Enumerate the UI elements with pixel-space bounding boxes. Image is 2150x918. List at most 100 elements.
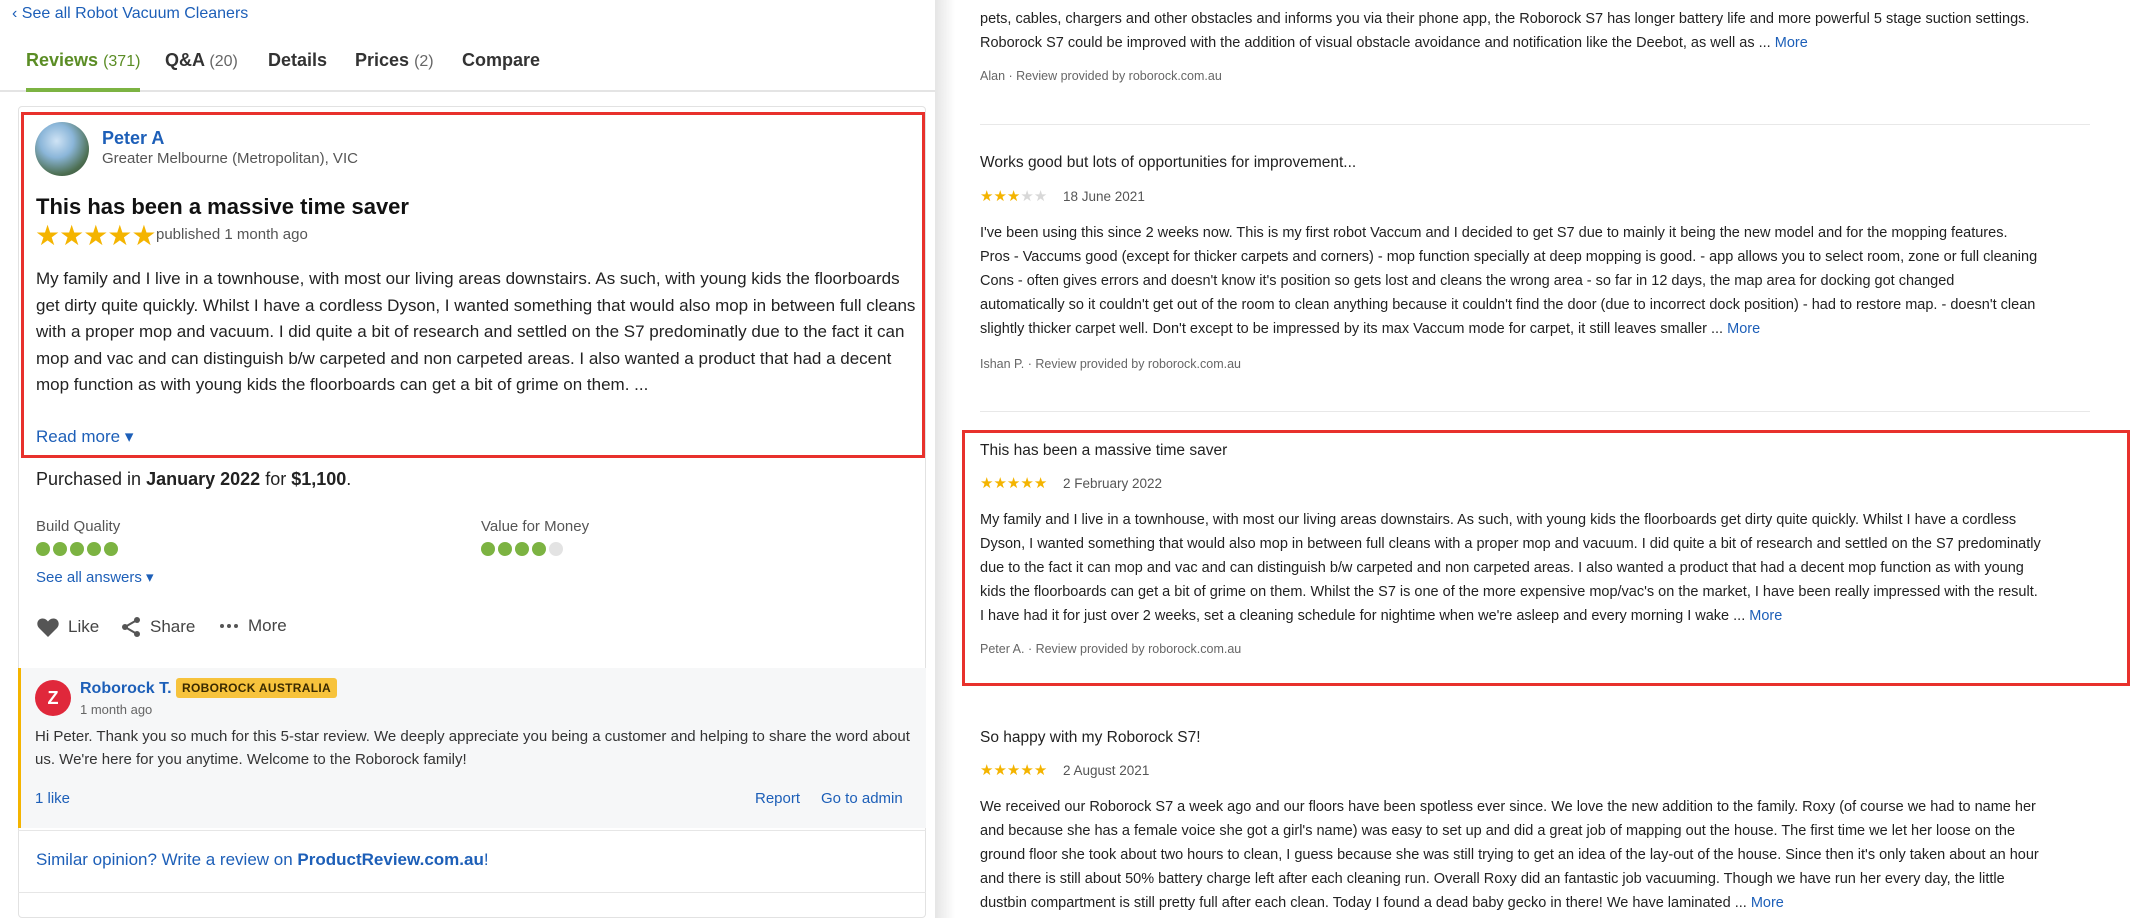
highlight-box-left	[21, 112, 925, 458]
divider	[18, 892, 926, 893]
review-line: and there is still about 50% battery cha…	[980, 871, 2005, 887]
star-empty-icon: ★	[1033, 188, 1048, 205]
review-line: and because she has a female voice she g…	[980, 823, 2016, 839]
star-filled-icon: ★	[1006, 188, 1021, 205]
tab-reviews-count: (371)	[103, 53, 141, 70]
tab-prices-label: Prices	[355, 50, 410, 70]
review-tabs: Reviews (371) Q&A (20) Details Prices (2…	[0, 40, 935, 92]
build-quality-rating	[36, 542, 121, 560]
purchase-price: $1,100	[291, 469, 347, 489]
review-title: So happy with my Roborock S7!	[980, 729, 1201, 746]
go-to-admin-link[interactable]: Go to admin	[821, 790, 903, 807]
review-date: 2 August 2021	[1063, 763, 1150, 778]
star-filled-icon: ★	[980, 762, 994, 779]
more-label: More	[248, 616, 287, 635]
review-line: Pros - Vaccums good (except for thicker …	[980, 249, 2038, 265]
review-date: 18 June 2021	[1063, 189, 1145, 204]
share-button[interactable]: Share	[120, 616, 195, 638]
tab-prices[interactable]: Prices (2)	[355, 50, 434, 92]
review-line: dustbin compartment is still pretty full…	[980, 891, 2080, 915]
tab-details-label: Details	[268, 50, 328, 70]
build-quality-label: Build Quality	[36, 518, 121, 535]
purchase-month: January 2022	[146, 469, 261, 489]
review-title: Works good but lots of opportunities for…	[980, 154, 1357, 171]
heart-icon	[37, 618, 59, 637]
divider	[18, 830, 926, 831]
ellipsis-icon	[220, 624, 238, 628]
reply-likes-link[interactable]: 1 like	[35, 790, 70, 807]
review-line: We received our Roborock S7 a week ago a…	[980, 799, 2036, 815]
review-line-text: dustbin compartment is still pretty full…	[980, 895, 1747, 911]
share-icon	[122, 617, 140, 637]
review-line: I've been using this since 2 weeks now. …	[980, 225, 2008, 241]
tab-compare[interactable]: Compare	[462, 50, 540, 92]
review-line: pets, cables, chargers and other obstacl…	[980, 11, 2030, 27]
tab-compare-label: Compare	[462, 50, 541, 70]
more-link[interactable]: More	[1775, 35, 1808, 51]
brand-reply-author[interactable]: Roborock T.	[80, 680, 172, 698]
tab-prices-count: (2)	[414, 53, 434, 70]
purchase-prefix: Purchased in	[36, 469, 142, 489]
like-button[interactable]: Like	[36, 616, 99, 638]
brand-badge: ROBOROCK AUSTRALIA	[176, 678, 337, 698]
rating-dot-filled	[53, 542, 67, 556]
review-line: automatically so it couldn't get out of …	[980, 297, 2036, 313]
review-line: Cons - often gives errors and doesn't kn…	[980, 273, 1955, 289]
star-empty-icon: ★	[1020, 188, 1034, 205]
value-for-money-label: Value for Money	[481, 518, 590, 535]
rating-dot-filled	[87, 542, 101, 556]
tab-details[interactable]: Details	[268, 50, 327, 92]
review-star-rating: ★★★★★	[980, 763, 1047, 779]
star-filled-icon: ★	[993, 188, 1007, 205]
brand-avatar: Z	[35, 680, 71, 716]
tab-qa-label: Q&A	[165, 50, 205, 70]
rating-dot-filled	[36, 542, 50, 556]
review-star-rating: ★★★★★	[980, 189, 1047, 205]
brand-reply-time: 1 month ago	[80, 702, 153, 717]
divider	[980, 411, 2090, 412]
more-link[interactable]: More	[1727, 321, 1760, 337]
star-filled-icon: ★	[993, 762, 1007, 779]
star-filled-icon: ★	[980, 188, 994, 205]
tab-qa-count: (20)	[209, 53, 238, 70]
purchase-suffix: .	[346, 469, 352, 489]
review-line-text: Roborock S7 could be improved with the a…	[980, 35, 1771, 51]
star-filled-icon: ★	[1020, 762, 1034, 779]
rating-dot-filled	[481, 542, 495, 556]
review-attribution: Ishan P. · Review provided by roborock.c…	[980, 357, 1242, 371]
see-all-answers-link[interactable]: See all answers ▾	[36, 568, 154, 586]
review-attribution: Alan · Review provided by roborock.com.a…	[980, 69, 1222, 83]
review-detail-pane: ‹ See all Robot Vacuum Cleaners Reviews …	[0, 0, 935, 918]
value-for-money-rating	[481, 542, 566, 560]
rating-dot-filled	[515, 542, 529, 556]
review-line: Roborock S7 could be improved with the a…	[980, 31, 2080, 55]
review-line-text: slightly thicker carpet well. Don't exce…	[980, 321, 1724, 337]
similar-prefix: Similar opinion? Write a review on	[36, 850, 293, 869]
rating-dot-filled	[104, 542, 118, 556]
more-link[interactable]: More	[1751, 895, 1784, 911]
similar-site: ProductReview.com.au	[297, 850, 484, 869]
pane-shadow	[935, 0, 955, 918]
highlight-box-right	[962, 430, 2130, 686]
more-button[interactable]: More	[218, 616, 287, 636]
star-filled-icon: ★	[1006, 762, 1021, 779]
purchase-for: for	[265, 469, 287, 489]
tab-qa[interactable]: Q&A (20)	[165, 50, 238, 92]
like-label: Like	[68, 617, 100, 636]
similar-suffix: !	[483, 850, 489, 869]
share-label: Share	[150, 617, 196, 636]
divider	[980, 124, 2090, 125]
write-review-link[interactable]: Similar opinion? Write a review on Produ…	[36, 850, 489, 870]
rating-dot-filled	[70, 542, 84, 556]
review-line: ground floor she took about two hours to…	[980, 847, 2039, 863]
review-line: slightly thicker carpet well. Don't exce…	[980, 317, 2080, 341]
purchase-info: Purchased in January 2022 for $1,100.	[36, 469, 351, 490]
rating-dot-filled	[532, 542, 546, 556]
tab-reviews-label: Reviews	[26, 50, 99, 70]
rating-dot-empty	[549, 542, 563, 556]
back-link-all-robot-vacuums[interactable]: ‹ See all Robot Vacuum Cleaners	[12, 5, 248, 23]
brand-reply-body: Hi Peter. Thank you so much for this 5-s…	[35, 728, 910, 768]
rating-dot-filled	[498, 542, 512, 556]
report-link[interactable]: Report	[755, 790, 800, 807]
tab-reviews[interactable]: Reviews (371)	[26, 50, 141, 92]
